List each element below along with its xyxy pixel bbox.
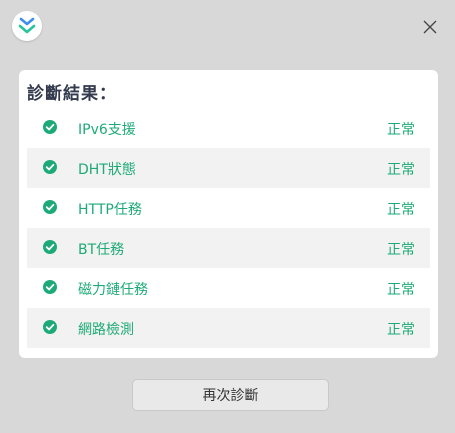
item-label: 磁力鏈任務 xyxy=(78,282,148,298)
check-circle-icon xyxy=(43,160,57,174)
app-logo-icon xyxy=(12,11,42,41)
panel-title: 診斷結果： xyxy=(27,84,117,104)
item-status: 正常 xyxy=(387,322,415,338)
list-item: 磁力鏈任務 正常 xyxy=(27,268,430,308)
diagnosis-panel: 診斷結果： IPv6支援 正常 DHT狀態 正常 HTTP任務 正常 BT任務 … xyxy=(19,70,438,358)
diagnosis-list: IPv6支援 正常 DHT狀態 正常 HTTP任務 正常 BT任務 正常 磁力鏈… xyxy=(27,108,430,350)
item-status: 正常 xyxy=(387,202,415,218)
list-item: BT任務 正常 xyxy=(27,228,430,268)
item-status: 正常 xyxy=(387,282,415,298)
list-item: IPv6支援 正常 xyxy=(27,108,430,148)
check-circle-icon xyxy=(43,240,57,254)
list-item: 網路檢測 正常 xyxy=(27,308,430,348)
check-circle-icon xyxy=(43,120,57,134)
item-status: 正常 xyxy=(387,122,415,138)
rediagnose-button[interactable]: 再次診斷 xyxy=(132,379,329,411)
title-bar xyxy=(0,0,455,56)
item-label: HTTP任務 xyxy=(78,202,142,218)
list-item: HTTP任務 正常 xyxy=(27,188,430,228)
item-label: IPv6支援 xyxy=(78,122,136,138)
item-label: BT任務 xyxy=(78,242,125,258)
check-circle-icon xyxy=(43,320,57,334)
close-icon[interactable] xyxy=(419,16,441,38)
check-circle-icon xyxy=(43,280,57,294)
item-label: 網路檢測 xyxy=(78,322,134,338)
item-label: DHT狀態 xyxy=(78,162,136,178)
item-status: 正常 xyxy=(387,162,415,178)
list-item: DHT狀態 正常 xyxy=(27,148,430,188)
item-status: 正常 xyxy=(387,242,415,258)
check-circle-icon xyxy=(43,200,57,214)
